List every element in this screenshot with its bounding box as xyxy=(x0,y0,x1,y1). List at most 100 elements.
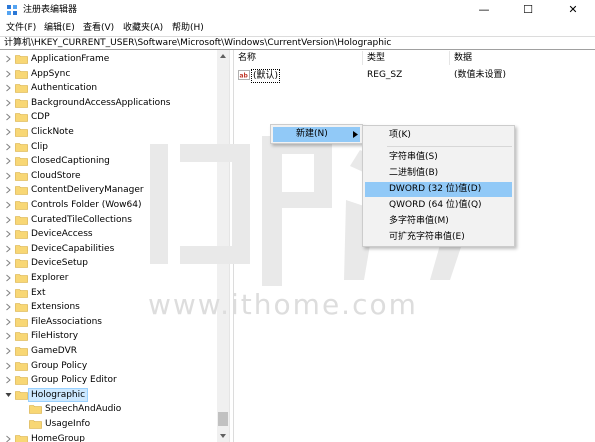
submenu-item-dword[interactable]: DWORD (32 位)值(D) xyxy=(365,182,512,197)
collapsed-chevron-icon[interactable] xyxy=(5,55,12,63)
tree-item[interactable]: ContentDeliveryManager xyxy=(0,183,218,197)
collapsed-chevron-icon[interactable] xyxy=(5,128,12,136)
menu-file[interactable]: 文件(F) xyxy=(6,22,36,34)
collapsed-chevron-icon[interactable] xyxy=(5,376,12,384)
collapsed-chevron-icon[interactable] xyxy=(5,318,12,326)
tree-item[interactable]: CloudStore xyxy=(0,169,218,183)
tree-item[interactable]: FileAssociations xyxy=(0,315,218,329)
tree-item[interactable]: CDP xyxy=(0,110,218,124)
folder-icon xyxy=(29,420,42,429)
tree-item-label: ClickNote xyxy=(31,127,74,137)
collapsed-chevron-icon[interactable] xyxy=(5,143,12,151)
collapsed-chevron-icon[interactable] xyxy=(5,362,12,370)
submenu-item-label: 字符串值(S) xyxy=(389,152,438,162)
tree-item[interactable]: HomeGroup xyxy=(0,432,218,442)
submenu-item-label: 二进制值(B) xyxy=(389,168,439,178)
tree-item[interactable]: DeviceSetup xyxy=(0,256,218,270)
collapsed-chevron-icon[interactable] xyxy=(5,274,12,282)
tree-item-label: CloudStore xyxy=(31,170,81,181)
context-menu-new[interactable]: 新建(N) xyxy=(273,127,360,142)
submenu-item-label: 多字符串值(M) xyxy=(389,216,449,226)
tree-item[interactable]: Controls Folder (Wow64) xyxy=(0,198,218,212)
collapsed-chevron-icon[interactable] xyxy=(5,172,12,180)
submenu-item-key[interactable]: 项(K) xyxy=(365,128,512,143)
collapsed-chevron-icon[interactable] xyxy=(5,70,12,78)
value-row[interactable]: ab (默认) REG_SZ (数值未设置) xyxy=(234,67,595,83)
value-type: REG_SZ xyxy=(367,70,403,80)
tree-item-label: BackgroundAccessApplications xyxy=(31,97,171,108)
column-header-name[interactable]: 名称 xyxy=(238,52,256,64)
scroll-up-icon[interactable] xyxy=(217,50,229,62)
address-path: 计算机\HKEY_CURRENT_USER\Software\Microsoft… xyxy=(4,38,392,48)
tree-item[interactable]: FileHistory xyxy=(0,329,218,343)
collapsed-chevron-icon[interactable] xyxy=(5,289,12,297)
folder-icon xyxy=(15,390,28,400)
tree-item[interactable]: AppSync xyxy=(0,67,218,81)
tree-scrollbar[interactable] xyxy=(217,50,229,442)
tree-item[interactable]: ClosedCaptioning xyxy=(0,154,218,168)
expanded-chevron-icon[interactable] xyxy=(5,391,12,399)
key-tree[interactable]: ApplicationFrame AppSync Authentication Bac… xyxy=(0,50,229,442)
tree-item[interactable]: BackgroundAccessApplications xyxy=(0,96,218,110)
tree-item[interactable]: GameDVR xyxy=(0,344,218,358)
menu-edit[interactable]: 编辑(E) xyxy=(44,22,75,34)
minimize-button[interactable]: — xyxy=(462,0,506,20)
tree-item[interactable]: UsageInfo xyxy=(0,417,218,431)
scroll-down-icon[interactable] xyxy=(217,430,229,442)
collapsed-chevron-icon[interactable] xyxy=(5,435,12,442)
submenu-item-qword[interactable]: QWORD (64 位)值(Q) xyxy=(365,198,512,213)
collapsed-chevron-icon[interactable] xyxy=(5,216,12,224)
folder-icon xyxy=(15,230,28,239)
tree-item[interactable]: Ext xyxy=(0,286,218,300)
maximize-button[interactable]: ☐ xyxy=(506,0,550,20)
menu-view[interactable]: 查看(V) xyxy=(83,22,114,34)
submenu-item-multi-string[interactable]: 多字符串值(M) xyxy=(365,214,512,229)
collapsed-chevron-icon[interactable] xyxy=(5,303,12,311)
tree-item[interactable]: ClickNote xyxy=(0,125,218,139)
collapsed-chevron-icon[interactable] xyxy=(5,259,12,267)
tree-item[interactable]: CuratedTileCollections xyxy=(0,213,218,227)
tree-item-label: AppSync xyxy=(31,68,71,79)
column-divider[interactable] xyxy=(362,51,363,65)
submenu-item-binary[interactable]: 二进制值(B) xyxy=(365,166,512,181)
tree-item[interactable]: DeviceAccess xyxy=(0,227,218,241)
address-bar[interactable]: 计算机\HKEY_CURRENT_USER\Software\Microsoft… xyxy=(0,36,595,50)
collapsed-chevron-icon[interactable] xyxy=(5,113,12,121)
collapsed-chevron-icon[interactable] xyxy=(5,245,12,253)
tree-item[interactable]: Clip xyxy=(0,140,218,154)
tree-item[interactable]: Extensions xyxy=(0,300,218,314)
folder-icon xyxy=(15,113,28,123)
tree-item[interactable]: ApplicationFrame xyxy=(0,52,218,66)
window-title: 注册表编辑器 xyxy=(23,5,78,15)
collapsed-chevron-icon[interactable] xyxy=(5,347,12,355)
tree-item[interactable]: DeviceCapabilities xyxy=(0,242,218,256)
title-bar: 注册表编辑器 — ☐ ✕ xyxy=(0,0,595,20)
tree-item[interactable]: Holographic xyxy=(0,387,218,402)
tree-item[interactable]: Explorer xyxy=(0,271,218,285)
menu-favorites[interactable]: 收藏夹(A) xyxy=(123,22,163,34)
close-button[interactable]: ✕ xyxy=(551,0,595,20)
tree-item-label: ClosedCaptioning xyxy=(31,156,110,167)
collapsed-chevron-icon[interactable] xyxy=(5,186,12,194)
tree-item[interactable]: Group Policy Editor xyxy=(0,373,218,387)
collapsed-chevron-icon[interactable] xyxy=(5,332,12,340)
submenu-item-string[interactable]: 字符串值(S) xyxy=(365,150,512,165)
collapsed-chevron-icon[interactable] xyxy=(5,99,12,107)
tree-item-label: Ext xyxy=(31,287,46,298)
tree-item[interactable]: Group Policy xyxy=(0,359,218,373)
tree-item-label: Controls Folder (Wow64) xyxy=(31,200,142,210)
menu-help[interactable]: 帮助(H) xyxy=(172,22,204,34)
column-header-type[interactable]: 类型 xyxy=(367,52,385,64)
tree-item-label: DeviceSetup xyxy=(31,258,88,269)
tree-item[interactable]: SpeechAndAudio xyxy=(0,402,218,416)
column-divider[interactable] xyxy=(449,51,450,65)
collapsed-chevron-icon[interactable] xyxy=(5,201,12,209)
column-header-data[interactable]: 数据 xyxy=(454,52,472,64)
collapsed-chevron-icon[interactable] xyxy=(5,84,12,92)
collapsed-chevron-icon[interactable] xyxy=(5,230,12,238)
scroll-thumb[interactable] xyxy=(218,412,228,426)
folder-icon xyxy=(15,303,28,312)
submenu-item-expandable-string[interactable]: 可扩充字符串值(E) xyxy=(365,230,512,245)
collapsed-chevron-icon[interactable] xyxy=(5,157,12,165)
tree-item[interactable]: Authentication xyxy=(0,81,218,95)
